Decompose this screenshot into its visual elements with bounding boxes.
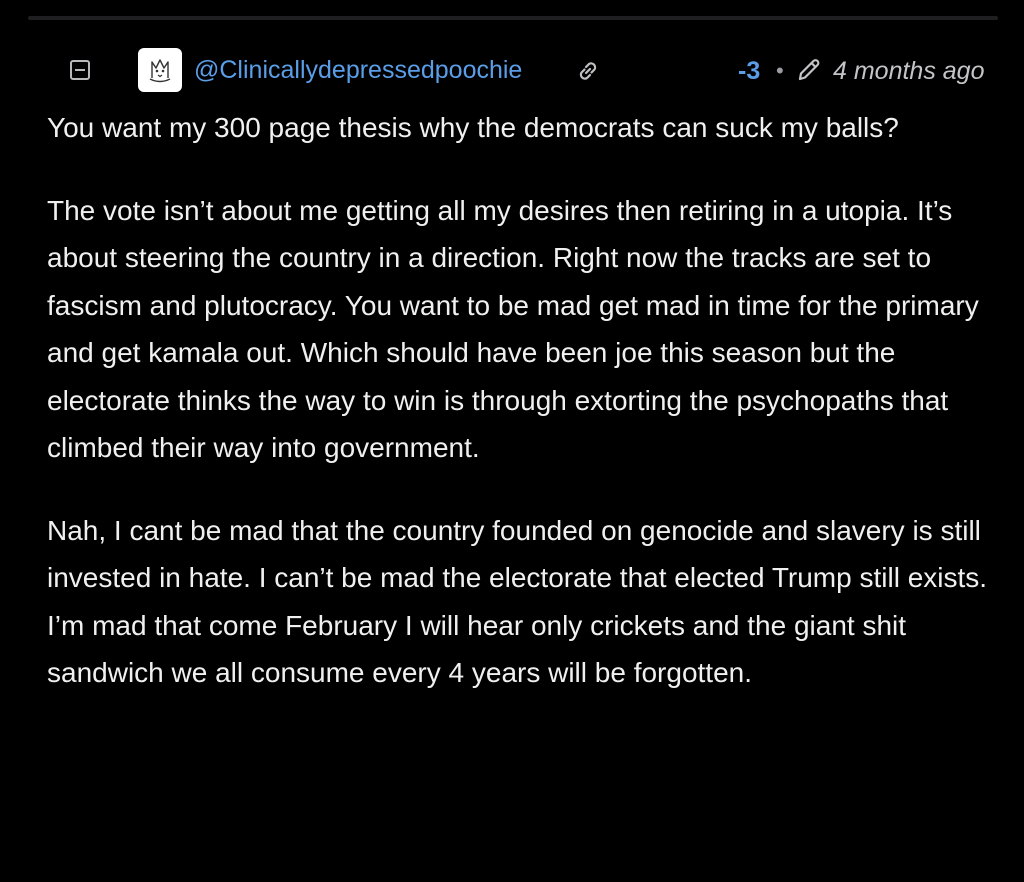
- comment-score: -3: [738, 57, 761, 85]
- comment-header: @Clinicallydepressedpoochie -3 • 4 month…: [0, 46, 1024, 96]
- comment-paragraph: The vote isn’t about me getting all my d…: [47, 194, 979, 464]
- dog-sketch-icon: [149, 59, 171, 83]
- avatar[interactable]: [138, 48, 182, 92]
- top-divider: [28, 16, 998, 20]
- collapse-minus-icon[interactable]: [70, 60, 90, 80]
- comment-body: You want my 300 page thesis why the demo…: [47, 104, 997, 732]
- comment-paragraph: You want my 300 page thesis why the demo…: [47, 112, 899, 143]
- username-link[interactable]: @Clinicallydepressedpoochie: [194, 55, 522, 85]
- link-icon[interactable]: [573, 56, 603, 86]
- pencil-edit-icon: [798, 59, 820, 81]
- separator-dot: •: [776, 58, 784, 83]
- comment-timestamp: 4 months ago: [833, 57, 985, 85]
- comment-paragraph: Nah, I cant be mad that the country foun…: [47, 514, 988, 689]
